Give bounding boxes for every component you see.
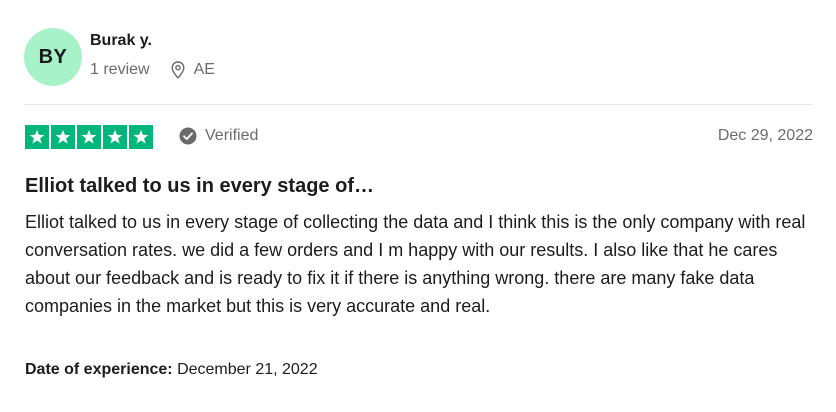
- star-icon: [77, 125, 101, 149]
- avatar[interactable]: BY: [24, 28, 82, 86]
- experience-label: Date of experience:: [25, 361, 173, 378]
- divider: [24, 104, 812, 105]
- review-card: BY Burak y. 1 review AE Verified Dec 29,…: [0, 0, 836, 412]
- review-date: Dec 29, 2022: [717, 127, 813, 144]
- location-pin-icon: [170, 60, 186, 80]
- verified-badge[interactable]: Verified: [179, 127, 258, 145]
- check-circle-icon: [179, 127, 197, 145]
- rating-row: Verified Dec 29, 2022: [25, 125, 813, 149]
- star-rating: [25, 125, 155, 149]
- date-of-experience: Date of experience: December 21, 2022: [25, 360, 318, 380]
- reviewer-info: Burak y. 1 review AE: [90, 28, 215, 80]
- reviewer-header: BY Burak y. 1 review AE: [24, 28, 215, 86]
- experience-date: December 21, 2022: [177, 361, 318, 378]
- review-title[interactable]: Elliot talked to us in every stage of…: [25, 174, 374, 198]
- review-body: Elliot talked to us in every stage of co…: [25, 212, 806, 316]
- reviewer-location: AE: [193, 61, 215, 78]
- reviewer-name[interactable]: Burak y.: [90, 31, 215, 51]
- reviewer-meta: 1 review AE: [90, 60, 215, 80]
- star-icon: [129, 125, 153, 149]
- verified-label: Verified: [205, 127, 259, 144]
- star-icon: [103, 125, 127, 149]
- star-icon: [25, 125, 49, 149]
- star-icon: [51, 125, 75, 149]
- review-count: 1 review: [90, 61, 150, 78]
